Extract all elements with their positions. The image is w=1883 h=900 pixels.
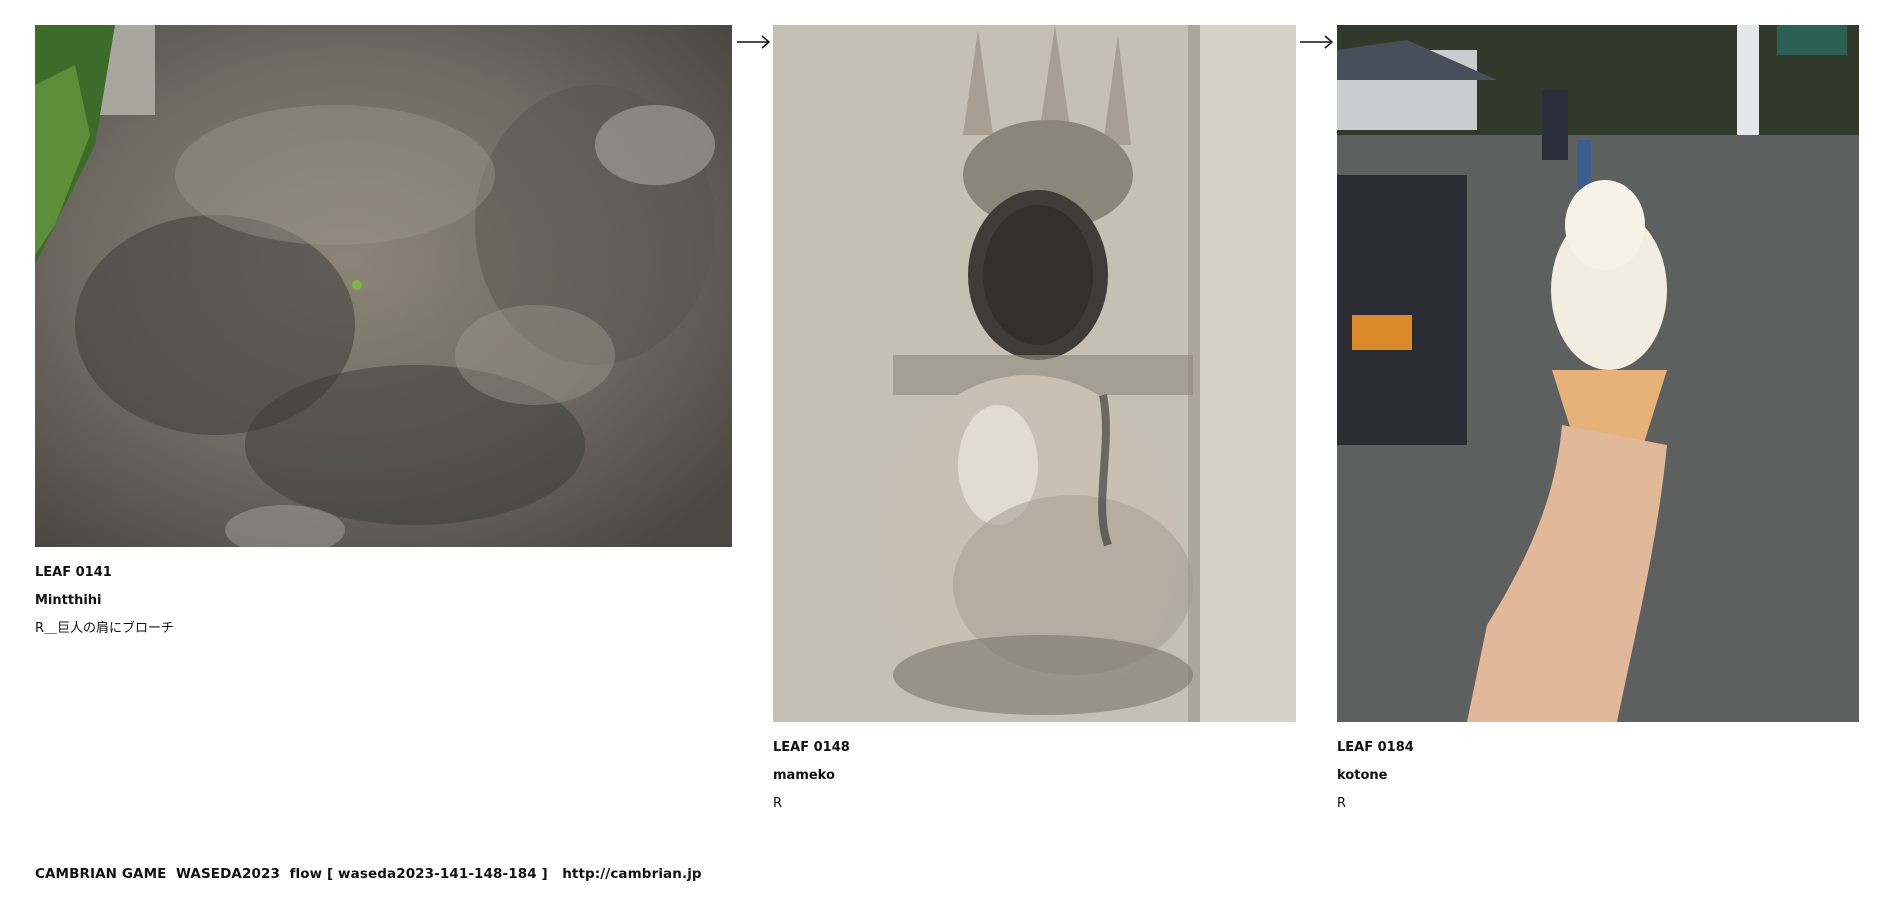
leaf-author[interactable]: Mintthihi <box>35 587 732 615</box>
leaf-image-rock[interactable] <box>35 25 732 547</box>
leaf-rule: R＿巨人の肩にブローチ <box>35 621 175 636</box>
arrow-right-icon <box>1299 32 1335 52</box>
leaf-rule: R <box>1337 796 1347 811</box>
leaf-card-0141: LEAF 0141 Mintthihi R＿巨人の肩にブローチ <box>35 25 732 643</box>
leaf-image-carving[interactable] <box>773 25 1296 722</box>
leaf-image-ice-cream[interactable] <box>1337 25 1859 722</box>
leaf-rule: R <box>773 796 783 811</box>
leaf-id: LEAF 0148 <box>773 740 850 755</box>
arrow-right-icon <box>736 32 772 52</box>
rock-photo <box>35 25 732 547</box>
leaf-card-0148: LEAF 0148 mameko R <box>773 25 1296 818</box>
leaf-author[interactable]: mameko <box>773 762 1296 790</box>
leaf-id: LEAF 0184 <box>1337 740 1414 755</box>
ice-cream-photo <box>1337 25 1859 722</box>
carving-photo <box>773 25 1296 722</box>
leaf-author[interactable]: kotone <box>1337 762 1859 790</box>
footer-text[interactable]: CAMBRIAN GAME WASEDA2023 flow [ waseda20… <box>35 866 702 882</box>
leaf-card-0184: LEAF 0184 kotone R <box>1337 25 1859 818</box>
leaf-id: LEAF 0141 <box>35 565 112 580</box>
